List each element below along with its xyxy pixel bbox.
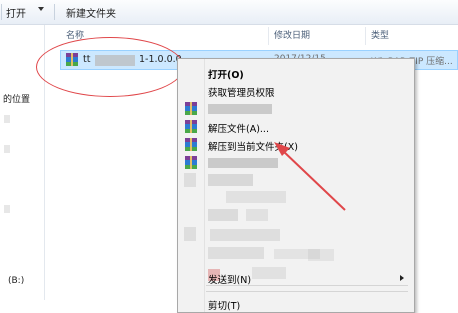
new-folder-button[interactable]: 新建文件夹 [66,5,116,20]
menu-separator [206,291,408,292]
nav-item-location[interactable]: 的位置 [3,92,30,105]
column-header-type[interactable]: 类型 [371,26,389,46]
chevron-down-icon[interactable] [38,7,44,11]
open-button[interactable]: 打开 [6,5,26,20]
menu-item-label: 打开(O) [208,70,244,81]
menu-item-winrar-blurred[interactable] [178,100,414,118]
obscured-menu-items [208,247,264,259]
winrar-icon [185,156,197,169]
winrar-icon [185,138,197,151]
menu-item-run-as-admin[interactable]: 获取管理员权限 [178,82,414,100]
obscured-menu-items [208,209,238,221]
toolbar-separator [1,4,2,20]
winrar-icon [185,120,197,133]
nav-blurred-item [4,115,10,123]
obscured-menu-items [210,229,280,241]
obscured-menu-items [226,191,286,203]
menu-item-label: 解压文件(A)... [208,124,269,135]
obscured-menu-items [246,209,268,221]
menu-item-extract-here[interactable]: 解压到当前文件夹(X) [178,136,414,154]
nav-blurred-item [4,205,10,213]
toolbar-separator [54,4,55,20]
obscured-menu-items [184,227,196,241]
status-strip [0,300,177,311]
menu-item-winrar-blurred[interactable] [178,154,414,172]
context-menu: 打开(O) 获取管理员权限 解压文件(A)... 解压到当前文件夹(X) 发送到… [177,58,415,313]
menu-item-extract-files[interactable]: 解压文件(A)... [178,118,414,136]
menu-item-label: 剪切(T) [208,301,241,312]
obscured-menu-items [184,173,196,187]
menu-item-cut[interactable]: 剪切(T) [178,295,414,313]
menu-item-label: 获取管理员权限 [208,88,275,99]
menu-item-blurred-label [208,104,272,114]
column-separator[interactable] [268,27,269,45]
column-header-date[interactable]: 修改日期 [274,26,310,46]
winrar-icon [185,102,197,115]
obscured-menu-items [208,174,253,186]
nav-item-drive-b[interactable]: (B:) [8,276,24,286]
column-separator[interactable] [365,27,366,45]
menu-item-label: 解压到当前文件夹(X) [208,142,298,153]
menu-item-label: 发送到(N) [208,275,252,286]
menu-item-open[interactable]: 打开(O) [178,64,414,82]
obscured-menu-items [308,249,334,261]
annotation-ellipse [36,37,184,97]
menu-item-blurred-label [208,158,278,168]
menu-item-send-to[interactable]: 发送到(N) [178,269,414,287]
nav-blurred-item [4,145,10,153]
toolbar: 打开 新建文件夹 [0,0,458,25]
chevron-right-icon [400,275,404,281]
